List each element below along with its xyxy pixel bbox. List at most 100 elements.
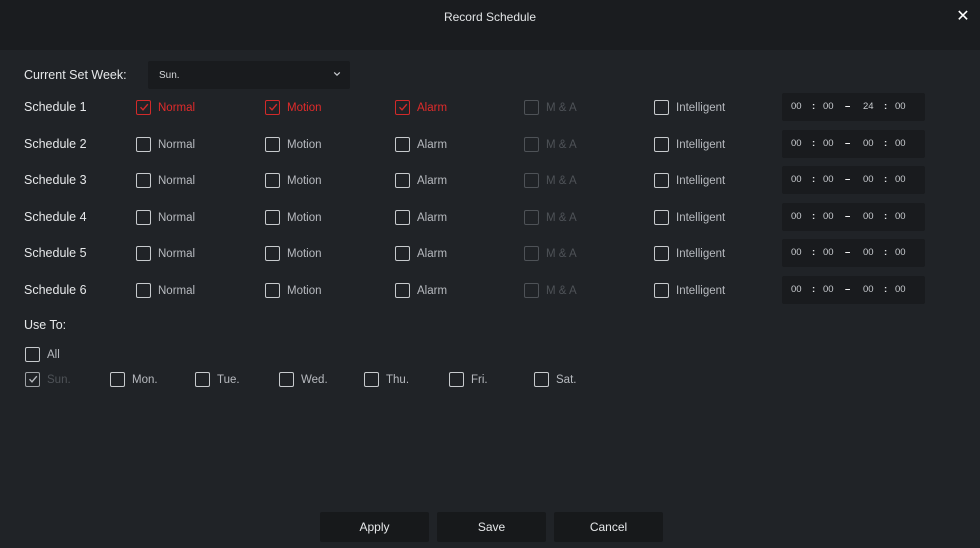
- checkbox-label: Intelligent: [676, 101, 726, 114]
- checkbox-box: [265, 283, 280, 298]
- use-to-day-checkbox[interactable]: Thu.: [364, 372, 409, 387]
- schedule-6-label: Schedule 6: [24, 283, 87, 297]
- end-hour[interactable]: 00: [863, 174, 874, 185]
- end-minute[interactable]: 00: [895, 174, 906, 185]
- checkbox-box: [136, 210, 151, 225]
- use-to-all-checkbox[interactable]: All: [25, 347, 60, 362]
- schedule-1-motion-checkbox[interactable]: Motion: [265, 100, 322, 115]
- end-minute[interactable]: 00: [895, 101, 906, 112]
- start-minute[interactable]: 00: [823, 247, 834, 258]
- checkbox-label: M & A: [546, 247, 577, 260]
- checkbox-box: [265, 246, 280, 261]
- schedule-6-intelligent-checkbox[interactable]: Intelligent: [654, 283, 725, 298]
- checkbox-label: Motion: [287, 247, 322, 260]
- schedule-3-motion-checkbox[interactable]: Motion: [265, 173, 322, 188]
- schedule-2-alarm-checkbox[interactable]: Alarm: [395, 137, 447, 152]
- time-separator: :: [884, 174, 888, 185]
- schedule-4-m-and-a-checkbox: M & A: [524, 210, 577, 225]
- schedule-6-alarm-checkbox[interactable]: Alarm: [395, 283, 447, 298]
- checkbox-box: [395, 173, 410, 188]
- end-hour[interactable]: 00: [863, 138, 874, 149]
- checkbox-label: Normal: [158, 138, 196, 151]
- schedule-4-intelligent-checkbox[interactable]: Intelligent: [654, 210, 725, 225]
- start-hour[interactable]: 00: [791, 211, 802, 222]
- schedule-5-normal-checkbox[interactable]: Normal: [136, 246, 195, 261]
- checkbox-box: [265, 100, 280, 115]
- start-minute[interactable]: 00: [823, 174, 834, 185]
- checkbox-box: [136, 173, 151, 188]
- schedule-5-m-and-a-checkbox: M & A: [524, 246, 577, 261]
- start-hour[interactable]: 00: [791, 101, 802, 112]
- schedule-5-intelligent-checkbox[interactable]: Intelligent: [654, 246, 725, 261]
- schedule-2-motion-checkbox[interactable]: Motion: [265, 137, 322, 152]
- use-to-day-checkbox[interactable]: Fri.: [449, 372, 488, 387]
- end-minute[interactable]: 00: [895, 138, 906, 149]
- range-dash: –: [845, 284, 851, 295]
- schedule-2-intelligent-checkbox[interactable]: Intelligent: [654, 137, 725, 152]
- schedule-1-intelligent-checkbox[interactable]: Intelligent: [654, 100, 725, 115]
- use-to-day-checkbox[interactable]: Mon.: [110, 372, 158, 387]
- use-to-day-label: Wed.: [301, 373, 328, 386]
- schedule-1-alarm-checkbox[interactable]: Alarm: [395, 100, 447, 115]
- start-minute[interactable]: 00: [823, 284, 834, 295]
- end-hour[interactable]: 00: [863, 284, 874, 295]
- time-separator: :: [884, 138, 888, 149]
- start-minute[interactable]: 00: [823, 101, 834, 112]
- schedule-6-normal-checkbox[interactable]: Normal: [136, 283, 195, 298]
- schedule-1-normal-checkbox[interactable]: Normal: [136, 100, 195, 115]
- schedule-1-time-range[interactable]: 00:00–24:00: [782, 93, 925, 121]
- end-hour[interactable]: 00: [863, 247, 874, 258]
- checkbox-label: Intelligent: [676, 284, 726, 297]
- schedule-3-alarm-checkbox[interactable]: Alarm: [395, 173, 447, 188]
- checkmark-icon: [268, 103, 278, 111]
- start-hour[interactable]: 00: [791, 247, 802, 258]
- use-to-day-checkbox[interactable]: Tue.: [195, 372, 240, 387]
- schedule-4-normal-checkbox[interactable]: Normal: [136, 210, 195, 225]
- schedule-6-time-range[interactable]: 00:00–00:00: [782, 276, 925, 304]
- schedule-4-motion-checkbox[interactable]: Motion: [265, 210, 322, 225]
- use-to-day-checkbox[interactable]: Sat.: [534, 372, 576, 387]
- checkbox-label: Motion: [287, 138, 322, 151]
- checkbox-box: [534, 372, 549, 387]
- schedule-2-time-range[interactable]: 00:00–00:00: [782, 130, 925, 158]
- checkbox-box: [654, 173, 669, 188]
- checkbox-box: [25, 372, 40, 387]
- cancel-button[interactable]: Cancel: [554, 512, 663, 542]
- schedule-6-m-and-a-checkbox: M & A: [524, 283, 577, 298]
- save-button[interactable]: Save: [437, 512, 546, 542]
- checkbox-box: [395, 100, 410, 115]
- schedule-3-intelligent-checkbox[interactable]: Intelligent: [654, 173, 725, 188]
- current-set-week-select[interactable]: Sun.: [148, 61, 350, 89]
- schedule-5-alarm-checkbox[interactable]: Alarm: [395, 246, 447, 261]
- start-hour[interactable]: 00: [791, 284, 802, 295]
- time-separator: :: [812, 101, 816, 112]
- schedule-5-time-range[interactable]: 00:00–00:00: [782, 239, 925, 267]
- schedule-4-time-range[interactable]: 00:00–00:00: [782, 203, 925, 231]
- checkbox-label: Motion: [287, 101, 322, 114]
- end-minute[interactable]: 00: [895, 247, 906, 258]
- schedule-1-label: Schedule 1: [24, 100, 87, 114]
- close-icon[interactable]: ✕: [954, 8, 972, 26]
- start-hour[interactable]: 00: [791, 174, 802, 185]
- checkbox-label: Intelligent: [676, 174, 726, 187]
- end-hour[interactable]: 24: [863, 101, 874, 112]
- schedule-6-motion-checkbox[interactable]: Motion: [265, 283, 322, 298]
- end-minute[interactable]: 00: [895, 211, 906, 222]
- schedule-2-normal-checkbox[interactable]: Normal: [136, 137, 195, 152]
- checkbox-label: Motion: [287, 211, 322, 224]
- schedule-5-motion-checkbox[interactable]: Motion: [265, 246, 322, 261]
- schedule-3-normal-checkbox[interactable]: Normal: [136, 173, 195, 188]
- start-minute[interactable]: 00: [823, 138, 834, 149]
- schedule-4-alarm-checkbox[interactable]: Alarm: [395, 210, 447, 225]
- end-hour[interactable]: 00: [863, 211, 874, 222]
- schedule-3-time-range[interactable]: 00:00–00:00: [782, 166, 925, 194]
- checkbox-label: Alarm: [417, 174, 448, 187]
- checkbox-box: [449, 372, 464, 387]
- checkbox-box: [364, 372, 379, 387]
- checkbox-label: Alarm: [417, 101, 448, 114]
- apply-button[interactable]: Apply: [320, 512, 429, 542]
- start-minute[interactable]: 00: [823, 211, 834, 222]
- start-hour[interactable]: 00: [791, 138, 802, 149]
- use-to-day-checkbox[interactable]: Wed.: [279, 372, 328, 387]
- end-minute[interactable]: 00: [895, 284, 906, 295]
